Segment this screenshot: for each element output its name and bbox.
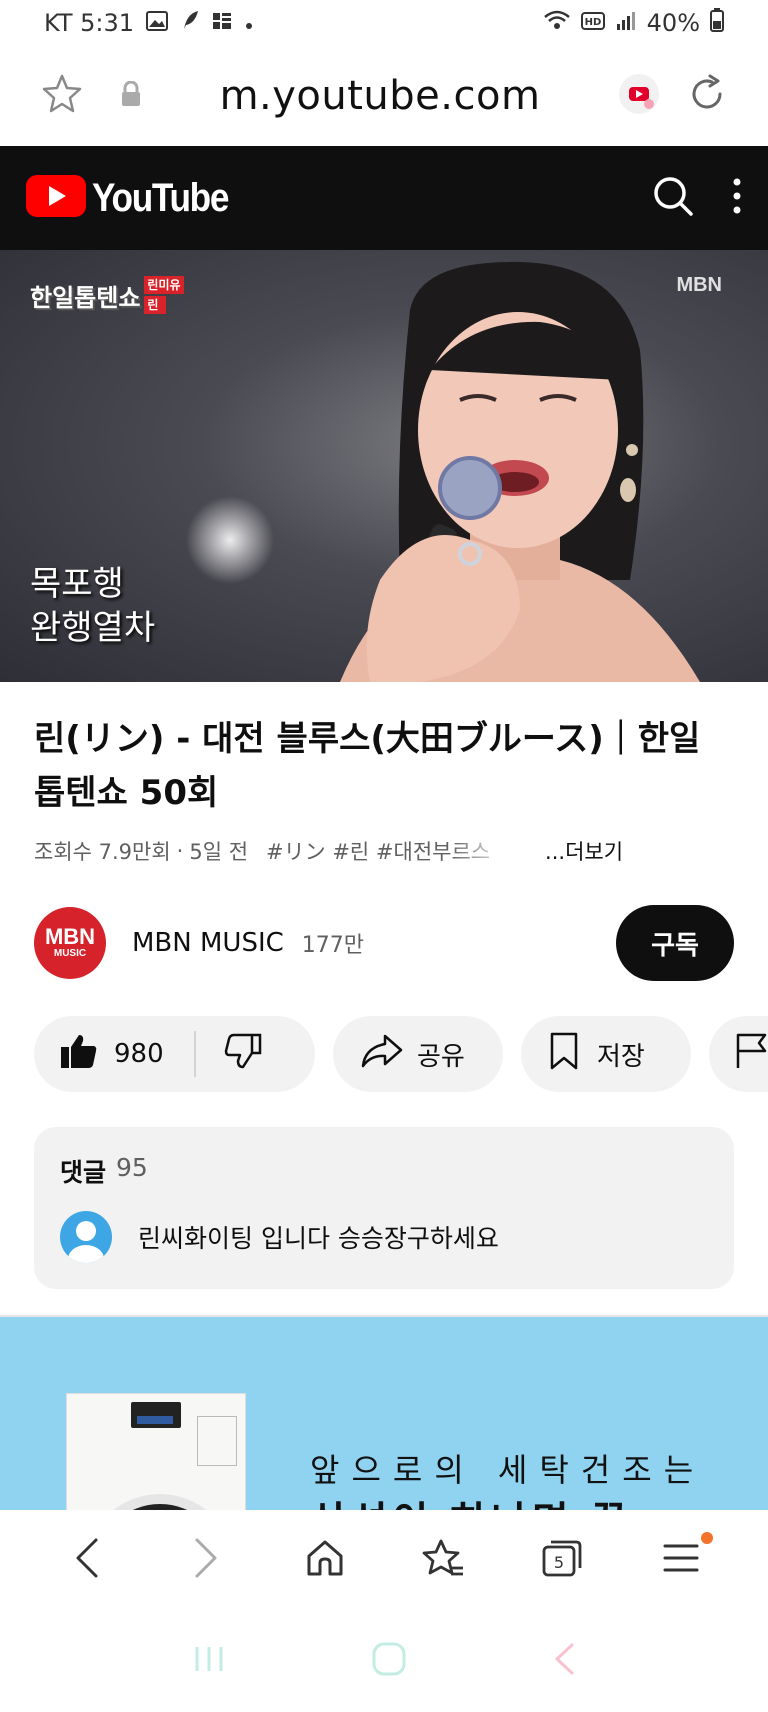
flag-icon [735,1032,768,1077]
bookmarks-button[interactable] [403,1520,483,1600]
bookmark-icon [549,1032,579,1077]
channel-row: MBN MUSIC MBN MUSIC 177만 구독 [34,905,734,981]
system-navigation-bar [0,1610,768,1712]
view-count: 조회수 7.9만회 [34,840,171,864]
like-button[interactable]: 980 [60,1033,164,1076]
show-tag-bottom: 린 [144,296,167,314]
star-list-icon [421,1538,465,1582]
subscribe-button[interactable]: 구독 [616,905,734,981]
chevron-right-icon [191,1536,221,1584]
app-grid-icon [212,9,232,37]
reload-icon[interactable] [686,73,728,119]
comments-count: 95 [116,1153,148,1182]
battery-percent: 40% [646,9,700,37]
feather-icon [180,9,200,37]
show-tag-top: 린미유 [144,276,184,294]
ad-subheadline: 삼성이 하나면 끝 [310,1489,631,1510]
forward-button[interactable] [166,1520,246,1600]
ad-headline: 앞으로의 세탁건조는 [310,1451,706,1489]
upload-age: 5일 전 [189,840,249,864]
commenter-avatar-icon [60,1211,112,1263]
like-dislike-pill: 980 [34,1016,315,1092]
thumbs-up-icon [60,1033,98,1076]
comment-preview[interactable]: 린씨화이팅 입니다 승승장구하세요 [60,1211,708,1263]
channel-avatar-bottom: MUSIC [53,948,87,959]
video-title: 린(リン) - 대전 블루스(大田ブルース)｜한일 톱텐쇼 50회 [34,719,701,813]
washer-dryer-image [66,1393,246,1510]
show-logo-text: 한일톱텐쇼 [30,283,141,312]
save-button[interactable]: 저장 [521,1016,691,1092]
home-icon [305,1539,345,1581]
song-caption-line2: 완행열차 [30,608,156,648]
thumbs-down-icon [224,1033,262,1076]
home-button[interactable] [285,1520,365,1600]
subscriber-count: 177만 [301,933,365,958]
lock-icon[interactable] [120,80,142,111]
channel-name[interactable]: MBN MUSIC [132,928,284,958]
url-field[interactable]: m.youtube.com [142,73,618,119]
video-hashtags[interactable]: #リン #린 #대전부르스 [266,836,511,866]
share-label: 공유 [417,1041,465,1072]
action-bar: 980 공유 저장 [34,1016,768,1092]
battery-icon [710,8,724,38]
back-nav-button[interactable] [552,1642,576,1680]
channel-avatar-top: MBN [44,924,96,949]
recent-apps-button[interactable] [192,1644,226,1678]
more-options-icon[interactable] [732,178,742,218]
back-button[interactable] [47,1520,127,1600]
signal-icon [615,9,637,37]
broadcaster-watermark: MBN [676,274,722,296]
show-logo: 한일톱텐쇼 린미유 린 [30,276,184,314]
report-button[interactable] [709,1016,768,1092]
ad-banner[interactable]: 앞으로의 세탁건조는 삼성이 하나면 끝 [0,1317,768,1510]
youtube-header: YouTube [0,146,768,250]
youtube-logo-text: YouTube [92,175,229,220]
tabs-button[interactable]: 5 [522,1520,602,1600]
song-caption-line1: 목포행 [30,564,124,604]
like-count: 980 [114,1039,164,1069]
comments-label: 댓글 [60,1158,107,1187]
hamburger-menu-icon [662,1542,700,1578]
song-caption: 목포행 완행열차 [30,562,155,650]
hd-icon: HD [580,9,605,37]
share-icon [361,1034,403,1075]
comments-header: 댓글 95 [60,1153,708,1189]
save-label: 저장 [597,1041,645,1072]
meta-separator: · [176,839,184,863]
dislike-button[interactable] [224,1033,262,1076]
search-icon[interactable] [652,175,694,221]
share-button[interactable]: 공유 [333,1016,503,1092]
notification-dot [700,1532,713,1544]
video-player[interactable]: 한일톱텐쇼 린미유 린 MBN 목포행 완행열차 [0,250,768,682]
wifi-icon [543,9,571,37]
bookmark-star-icon[interactable] [40,72,84,120]
browser-url-bar: m.youtube.com [0,46,768,146]
svg-text:HD: HD [584,17,601,28]
browser-toolbar: 5 [0,1510,768,1610]
show-more-link[interactable]: ...더보기 [545,836,623,866]
carrier-time: KT 5:31 [44,9,135,37]
youtube-app-icon[interactable] [618,73,660,119]
gallery-icon [146,9,169,37]
menu-button[interactable] [641,1520,721,1600]
pill-divider [193,1031,196,1077]
home-nav-button[interactable] [370,1640,408,1682]
status-bar: KT 5:31 HD 40% [0,0,768,46]
video-meta[interactable]: 조회수 7.9만회 · 5일 전 #リン #린 #대전부르스 ...더보기 [34,836,734,866]
comment-text: 린씨화이팅 입니다 승승장구하세요 [138,1224,499,1253]
youtube-play-icon [26,175,86,221]
chevron-left-icon [72,1536,102,1584]
dot-icon [244,9,254,37]
comments-section[interactable]: 댓글 95 린씨화이팅 입니다 승승장구하세요 [34,1127,734,1289]
channel-avatar[interactable]: MBN MUSIC [34,907,106,979]
tab-count: 5 [554,1553,564,1572]
youtube-logo[interactable]: YouTube [26,175,247,221]
tabs-icon: 5 [541,1538,583,1582]
